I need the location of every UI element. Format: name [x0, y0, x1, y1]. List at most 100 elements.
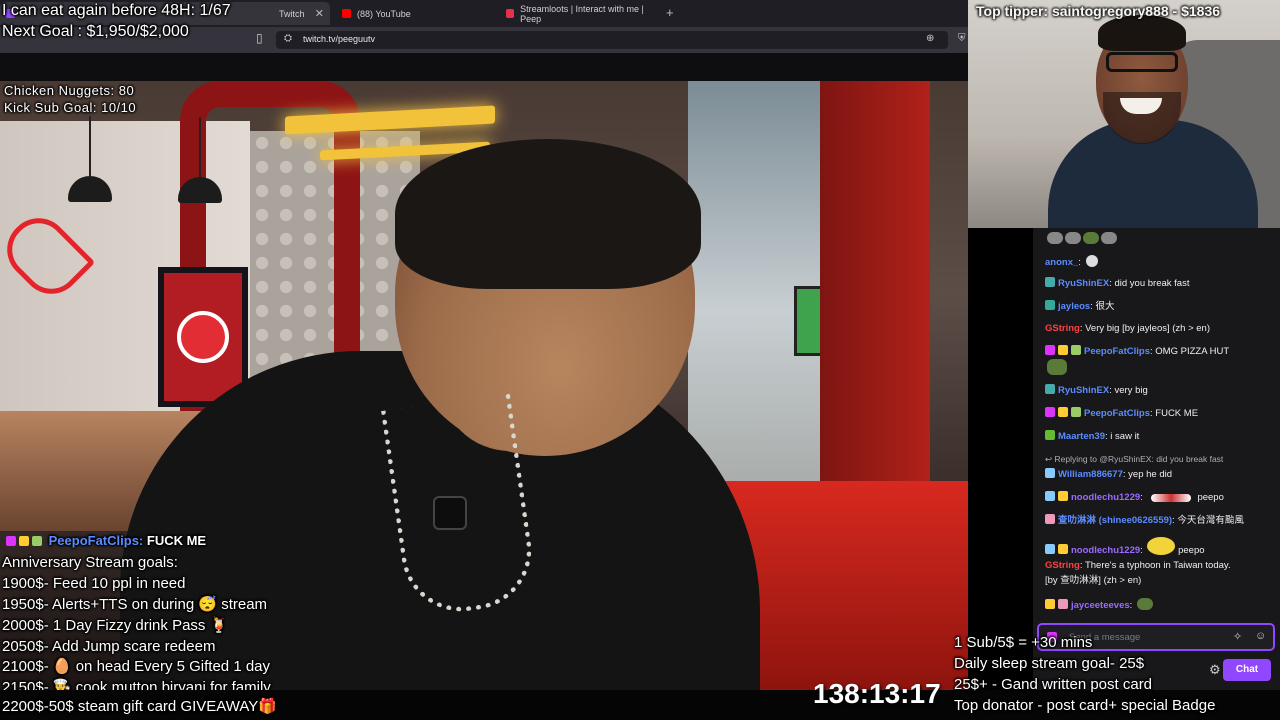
chat-panel: anonx_: RyuShinEX: did you break fast ja… [1033, 228, 1280, 690]
chat-username[interactable]: 查叻淋淋 (shinee0626559) [1058, 515, 1172, 526]
chat-message: William886677: yep he did [1045, 468, 1172, 481]
bookmark-icon[interactable]: ▯ [256, 31, 263, 45]
user-badge-icon [1045, 491, 1055, 501]
chat-text: i saw it [1110, 431, 1140, 442]
tab-label: Streamloots | Interact with me | Peep [520, 3, 644, 24]
chat-text: very big [1114, 385, 1148, 396]
new-tab-icon[interactable]: + [666, 5, 674, 20]
chat-username[interactable]: PeepoFatClips [1084, 408, 1150, 419]
chat-message: GString: There's a typhoon in Taiwan tod… [1045, 560, 1231, 571]
user-badge-icon [1045, 468, 1055, 478]
chat-text: 今天台灣有颱風 [1177, 515, 1244, 526]
kick-sub-goal: Kick Sub Goal: 10/10 [4, 100, 137, 115]
chat-text: yep he did [1128, 469, 1172, 480]
webcam-feed [968, 0, 1280, 228]
pepe-emote [1047, 359, 1067, 375]
goal-item: 2050$- Add Jump scare redeem [2, 638, 216, 655]
chat-username[interactable]: noodlechu1229 [1071, 492, 1140, 503]
chat-message: Maarten39: i saw it [1045, 430, 1139, 443]
user-badge-icon [1045, 430, 1055, 440]
next-goal: Next Goal : $1,950/$2,000 [2, 23, 189, 40]
chat-message: jayleos: 很大 [1045, 300, 1115, 313]
emote [1065, 232, 1081, 244]
chat-username[interactable]: GString [1045, 560, 1080, 571]
sub-badge-icon [1045, 407, 1055, 417]
chat-username[interactable]: jayleos [1058, 301, 1090, 312]
chat-username[interactable]: PeepoFatClips [1084, 346, 1150, 357]
badge-icon [19, 536, 29, 546]
emote-picker-icon[interactable]: ☺ [1255, 630, 1266, 642]
chat-text: There's a typhoon in Taiwan today. [1084, 560, 1231, 571]
subathon-timer: 138:13:17 [813, 678, 941, 709]
chat-message: noodlechu1229: peepo [1045, 537, 1205, 557]
sub-rule: 25$+ - Gand written post card [954, 676, 1153, 693]
site-info-icon[interactable]: ⛭ [284, 33, 292, 44]
chat-username[interactable]: Maarten39 [1058, 431, 1105, 442]
badge-icon [1058, 599, 1068, 609]
badge-icon [1071, 407, 1081, 417]
badge-icon [32, 536, 42, 546]
chat-send-button[interactable]: Chat [1223, 659, 1271, 681]
gear-icon[interactable]: ⚙ [1209, 662, 1221, 678]
emote [1101, 232, 1117, 244]
page-header-strip [0, 53, 968, 81]
chat-username[interactable]: jayceeteeves [1071, 600, 1130, 611]
top-tipper: Top tipper: saintogregory888 - $1836 [976, 3, 1221, 19]
chat-message: jayceeteeves: [1045, 598, 1153, 612]
zoom-icon[interactable]: ⊕ [926, 33, 934, 44]
lapel-mic [433, 496, 467, 530]
sub-badge-icon [1045, 345, 1055, 355]
emote [1147, 537, 1176, 555]
badge-icon [1058, 345, 1068, 355]
chat-text: did you break fast [1114, 278, 1190, 289]
badge-icon [1071, 345, 1081, 355]
emote [1151, 494, 1192, 502]
chat-text: peepo [1178, 545, 1205, 556]
tab-label: (88) YouTube [357, 8, 411, 19]
chat-message: PeepoFatClips: FUCK ME [1045, 407, 1198, 420]
goal-item: 1950$- Alerts+TTS on during 😴 stream [2, 596, 268, 613]
chat-username[interactable]: RyuShinEX [1058, 278, 1109, 289]
streamloots-icon [506, 9, 515, 18]
reply-context: ↩ Replying to @RyuShinEX: did you break … [1045, 453, 1223, 465]
chat-message: 查叻淋淋 (shinee0626559): 今天台灣有颱風 [1045, 514, 1244, 527]
emote-row [1045, 359, 1067, 377]
chat-message: PeepoFatClips: OMG PIZZA HUT [1045, 345, 1229, 358]
chat-message: noodlechu1229: peepo [1045, 491, 1224, 504]
emote-row [1045, 232, 1117, 246]
alert-message: FUCK ME [146, 533, 207, 548]
user-badge-icon [1045, 300, 1055, 310]
chat-message: anonx_: [1045, 255, 1098, 269]
chat-message-continued: [by 查叻淋淋] (zh > en) [1045, 575, 1142, 586]
tab-youtube[interactable]: (88) YouTube [336, 2, 496, 25]
tab-label: Twitch [279, 8, 305, 19]
reply-text: Replying to @RyuShinEX: did you break fa… [1054, 454, 1224, 464]
chat-message: GString: Very big [by jayleos] (zh > en) [1045, 323, 1211, 334]
chat-message: RyuShinEX: very big [1045, 384, 1148, 397]
shield-icon[interactable]: ⛨ [958, 33, 966, 44]
chat-username[interactable]: anonx_ [1045, 257, 1078, 268]
chat-text: peepo [1197, 492, 1224, 503]
red-column [820, 81, 930, 511]
chat-text: OMG PIZZA HUT [1155, 346, 1230, 357]
bits-icon[interactable]: ✧ [1233, 630, 1242, 643]
emote [1047, 232, 1063, 244]
sub-badge-icon [6, 536, 16, 546]
close-icon[interactable]: ✕ [315, 7, 324, 20]
chat-username[interactable]: GString [1045, 323, 1080, 334]
badge-icon [1058, 491, 1068, 501]
badge-icon [1045, 599, 1055, 609]
chat-username[interactable]: noodlechu1229 [1071, 545, 1140, 556]
chat-username[interactable]: RyuShinEX [1058, 385, 1109, 396]
tab-streamloots[interactable]: Streamloots | Interact with me | Peep [500, 2, 660, 25]
pizza-hut-logo [177, 311, 229, 363]
chat-username[interactable]: William886677 [1058, 469, 1123, 480]
address-bar[interactable]: ⛭ twitch.tv/peeguutv ⊕ [276, 31, 948, 49]
badge-icon [1058, 407, 1068, 417]
chat-text: FUCK ME [1155, 408, 1199, 419]
gift-badge-icon [1045, 277, 1055, 287]
emote [1083, 232, 1099, 244]
sub-rule: Daily sleep stream goal- 25$ [954, 655, 1145, 672]
user-badge-icon [1045, 544, 1055, 554]
streamer-hair [395, 139, 701, 289]
